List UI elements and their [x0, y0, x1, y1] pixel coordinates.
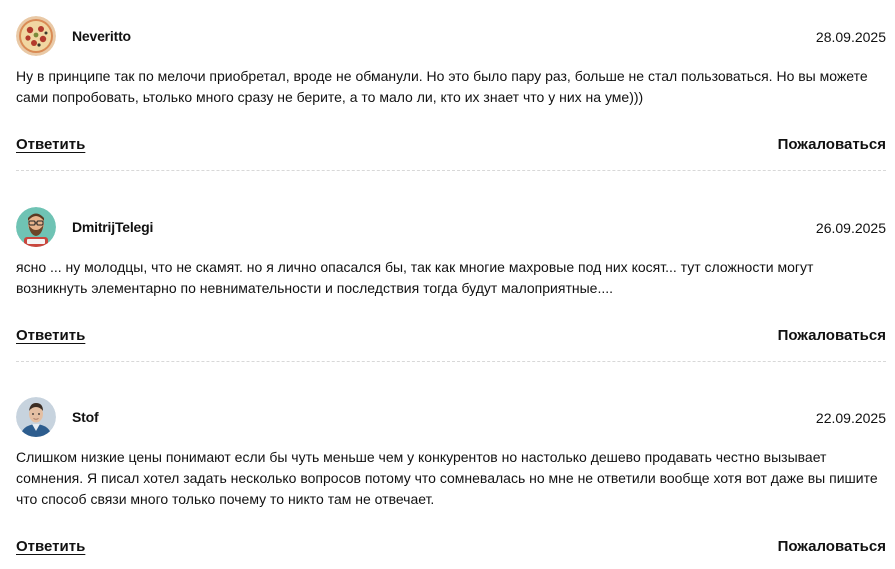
comment-actions: Ответить Пожаловаться: [16, 327, 886, 349]
comment-header: Neveritto 28.09.2025: [16, 16, 886, 58]
comment-divider: [16, 170, 886, 171]
comment-text: Слишком низкие цены понимают если бы чут…: [16, 449, 878, 507]
comment-author[interactable]: Neveritto: [72, 28, 131, 44]
comment-header: DmitrijTelegi 26.09.2025: [16, 207, 886, 249]
comment-date: 26.09.2025: [815, 220, 886, 236]
comment-actions: Ответить Пожаловаться: [16, 136, 886, 158]
comment-actions: Ответить Пожаловаться: [16, 538, 886, 560]
comment-item: Neveritto 28.09.2025 Ну в принципе так п…: [16, 16, 886, 171]
comment-header: Stof 22.09.2025: [16, 397, 886, 439]
comment-date: 22.09.2025: [815, 410, 886, 426]
comment-author[interactable]: DmitrijTelegi: [72, 219, 153, 235]
comments-list: Neveritto 28.09.2025 Ну в принципе так п…: [0, 0, 895, 569]
report-button[interactable]: Пожаловаться: [778, 538, 886, 555]
comment-item: DmitrijTelegi 26.09.2025 ясно ... ну мол…: [16, 207, 886, 362]
report-button[interactable]: Пожаловаться: [778, 327, 886, 344]
reply-button[interactable]: Ответить: [16, 327, 85, 344]
comment-item: Stof 22.09.2025 Слишком низкие цены пони…: [16, 397, 886, 555]
reply-button[interactable]: Ответить: [16, 538, 85, 555]
person-photo-avatar-icon[interactable]: [16, 397, 56, 437]
comment-text: Ну в принципе так по мелочи приобретал, …: [16, 68, 868, 105]
comment-date: 28.09.2025: [815, 29, 886, 45]
comment-divider: [16, 361, 886, 362]
report-button[interactable]: Пожаловаться: [778, 136, 886, 153]
pizza-avatar-icon[interactable]: [16, 16, 56, 56]
reply-button[interactable]: Ответить: [16, 136, 85, 153]
bearded-man-avatar-icon[interactable]: [16, 207, 56, 247]
comment-text: ясно ... ну молодцы, что не скамят. но я…: [16, 259, 814, 296]
comment-author[interactable]: Stof: [72, 409, 99, 425]
